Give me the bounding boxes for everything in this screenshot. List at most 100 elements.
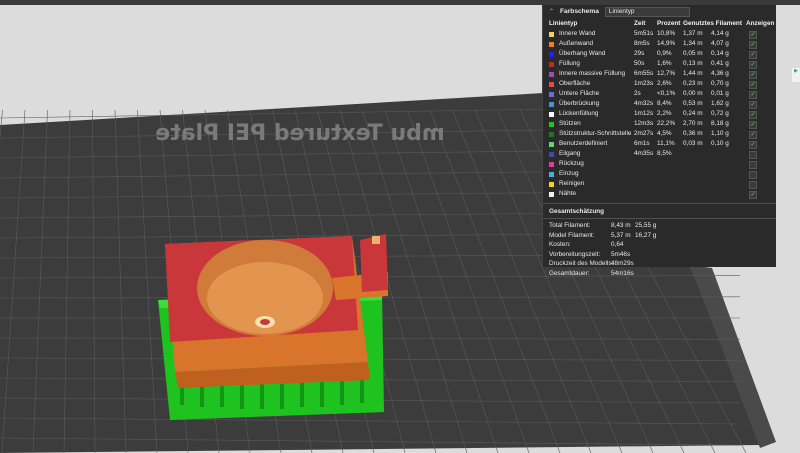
meters-value: 0,00 m [683,90,703,97]
legend-row: Außenwand 8m5s 14,9% 1,34 m 4,07 g ✓ [543,39,776,49]
show-checkbox[interactable] [749,150,757,159]
meters-value: 0,36 m [683,130,703,137]
legend-row: Stützstruktur-Schnittstelle 2m27s 4,5% 0,36… [543,129,776,139]
grams-value: 0,10 g [711,140,729,147]
legend-row: Benutzerdefiniert 6m1s 11,1% 0,03 m 0,10 g ✓ [543,139,776,149]
color-swatch [549,181,554,187]
legend-row: Überbrückung 4m32s 8,4% 0,53 m 1,62 g ✓ [543,99,776,109]
time-value: 2s [634,90,641,97]
grams-value: 0,70 g [711,80,729,87]
summary-label: Gesamtdauer: [549,269,590,277]
summary-row: Vorbereitungszeit: 5m46s [543,250,776,260]
color-swatch [549,121,554,127]
time-value: 6m1s [634,140,650,147]
meters-value: 2,70 m [683,120,703,127]
divider [543,203,776,204]
meters-value: 0,53 m [683,100,703,107]
line-type-name: Innere massive Füllung [559,70,626,77]
summary-row: Kosten: 0,64 [543,240,776,250]
col-time: Zeit [634,20,646,27]
show-checkbox[interactable]: ✓ [749,140,757,149]
percent-value: <0,1% [657,90,676,97]
summary-title: Gesamtschätzung [549,208,605,215]
show-checkbox[interactable]: ✓ [749,130,757,139]
color-swatch [549,51,554,57]
meters-value: 1,34 m [683,40,703,47]
line-type-name: Eilgang [559,150,581,157]
percent-value: 0,9% [657,50,672,57]
line-type-name: Stützstruktur-Schnittstelle [559,130,632,137]
percent-value: 2,6% [657,80,672,87]
show-checkbox[interactable]: ✓ [749,60,757,69]
legend-row: Überhang Wand 29s 0,9% 0,05 m 0,14 g ✓ [543,49,776,59]
summary-value: 54m16s [611,269,634,277]
grams-value: 1,62 g [711,100,729,107]
show-checkbox[interactable]: ✓ [749,110,757,119]
meters-value: 1,37 m [683,30,703,37]
summary-value: 5,37 m [611,231,631,239]
show-checkbox[interactable] [749,160,757,169]
col-type: Linientyp [549,20,578,27]
color-swatch [549,101,554,107]
color-scheme-select[interactable]: Linientyp [604,6,690,17]
color-scheme-label: Farbschema [560,8,599,15]
grams-value: 4,36 g [711,70,729,77]
line-type-name: Nähte [559,190,577,197]
summary-value: 5m46s [611,250,631,258]
show-checkbox[interactable]: ✓ [749,50,757,59]
percent-value: 10,8% [657,30,676,37]
summary-label: Kosten: [549,241,571,248]
grams-value: 8,18 g [711,120,729,127]
line-type-name: Überhang Wand [559,50,606,57]
show-checkbox[interactable]: ✓ [749,40,757,49]
show-checkbox[interactable]: ✓ [749,120,757,129]
printed-model[interactable] [158,234,388,420]
show-checkbox[interactable]: ✓ [749,70,757,79]
line-type-name: Lückenfüllung [559,110,599,117]
legend-row: Untere Fläche 2s <0,1% 0,00 m 0,01 g ✓ [543,89,776,99]
summary-value: 8,43 m [611,222,631,229]
grams-value: 4,07 g [711,40,729,47]
summary-row: Model Filament: 5,37 m 16,27 g [543,231,776,241]
summary-row: Druckzeit des Modells: 48m29s [543,259,776,269]
line-type-name: Benutzerdefiniert [559,140,608,147]
time-value: 2m27s [634,130,654,137]
legend-row: Innere Wand 5m51s 10,8% 1,37 m 4,14 g ✓ [543,29,776,39]
color-swatch [549,111,554,117]
color-swatch [549,191,554,197]
col-show: Anzeigen [746,20,775,27]
line-type-name: Außenwand [559,40,594,47]
show-checkbox[interactable]: ✓ [749,90,757,99]
summary-label: Vorbereitungszeit: [549,250,601,258]
show-checkbox[interactable]: ✓ [749,190,757,199]
time-value: 50s [634,60,645,67]
legend-row: Lückenfüllung 1m12s 2,2% 0,24 m 0,72 g ✓ [543,109,776,119]
meters-value: 0,23 m [683,80,703,87]
show-checkbox[interactable]: ✓ [749,80,757,89]
summary-value-2: 16,27 g [635,231,657,239]
show-checkbox[interactable]: ✓ [749,30,757,39]
color-swatch [549,71,554,77]
legend-row: Stützen 12m3s 22,2% 2,70 m 8,18 g ✓ [543,119,776,129]
side-tab[interactable]: ▶ [792,68,800,82]
time-value: 6m55s [634,70,654,77]
color-swatch [549,41,554,47]
summary-label: Druckzeit des Modells: [549,260,614,267]
show-checkbox[interactable]: ✓ [749,100,757,109]
percent-value: 12,7% [657,70,676,77]
legend-row: Einzug [543,169,776,179]
show-checkbox[interactable] [749,170,757,179]
percent-value: 11,1% [657,140,675,147]
percent-value: 2,2% [657,110,672,117]
show-checkbox[interactable] [749,180,757,189]
grams-value: 0,14 g [711,50,729,57]
plate-label: mbu Textured PEI Plate [155,121,445,146]
collapse-chevron-icon[interactable]: ⌃ [549,8,554,15]
legend-row: Füllung 50s 1,6% 0,13 m 0,41 g ✓ [543,59,776,69]
line-type-name: Stützen [559,120,581,127]
time-value: 29s [634,50,645,57]
legend-row: Reinigen [543,179,776,189]
color-swatch [549,161,554,167]
color-swatch [549,61,554,67]
summary-row: Gesamtdauer: 54m16s [543,269,776,279]
